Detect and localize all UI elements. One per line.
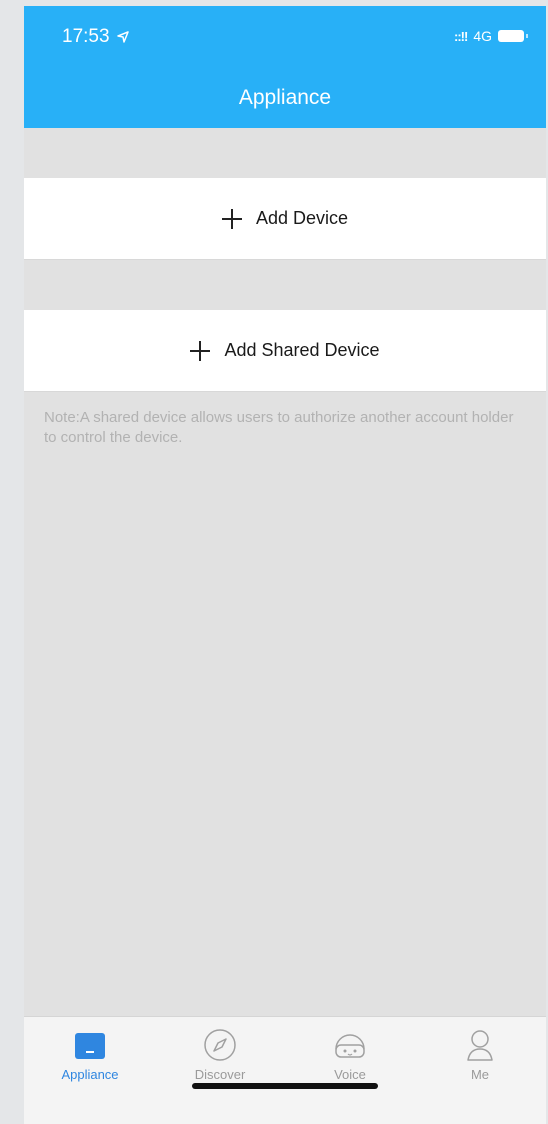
add-device-label: Add Device: [255, 208, 349, 228]
add-device-button[interactable]: Add Device: [24, 178, 546, 260]
plus-icon: [221, 208, 242, 229]
voice-icon: [332, 1027, 368, 1063]
compass-icon: [202, 1027, 238, 1063]
network-label: 4G: [473, 28, 492, 44]
header: 17:53 ::!! 4G Appliance: [24, 6, 546, 128]
shared-device-note: Note:A shared device allows users to aut…: [44, 409, 514, 446]
tab-appliance[interactable]: Appliance: [40, 1027, 140, 1082]
tab-me[interactable]: Me: [430, 1027, 530, 1082]
add-shared-device-button[interactable]: Add Shared Device: [24, 310, 546, 392]
home-indicator[interactable]: [192, 1083, 378, 1089]
tab-label: Appliance: [61, 1067, 119, 1082]
page-title: Appliance: [238, 86, 332, 109]
tab-voice[interactable]: Voice: [300, 1027, 400, 1082]
tab-label: Discover: [194, 1067, 246, 1082]
tab-label: Me: [470, 1067, 490, 1082]
person-icon: [462, 1027, 498, 1063]
add-shared-device-label: Add Shared Device: [224, 340, 380, 360]
tab-bar: Appliance Discover Voice Me: [24, 1016, 546, 1124]
plus-icon: [190, 340, 211, 361]
app-screen: 17:53 ::!! 4G Appliance Add Device Add S…: [24, 6, 546, 1124]
tab-discover[interactable]: Discover: [170, 1027, 270, 1082]
status-time: 17:53: [62, 26, 110, 47]
battery-icon: [498, 30, 528, 42]
status-indicators: ::!! 4G: [453, 28, 528, 44]
tab-label: Voice: [334, 1067, 366, 1082]
appliance-icon: [72, 1027, 108, 1063]
signal-icon: ::!!: [453, 28, 468, 44]
location-arrow-icon: [117, 31, 129, 43]
